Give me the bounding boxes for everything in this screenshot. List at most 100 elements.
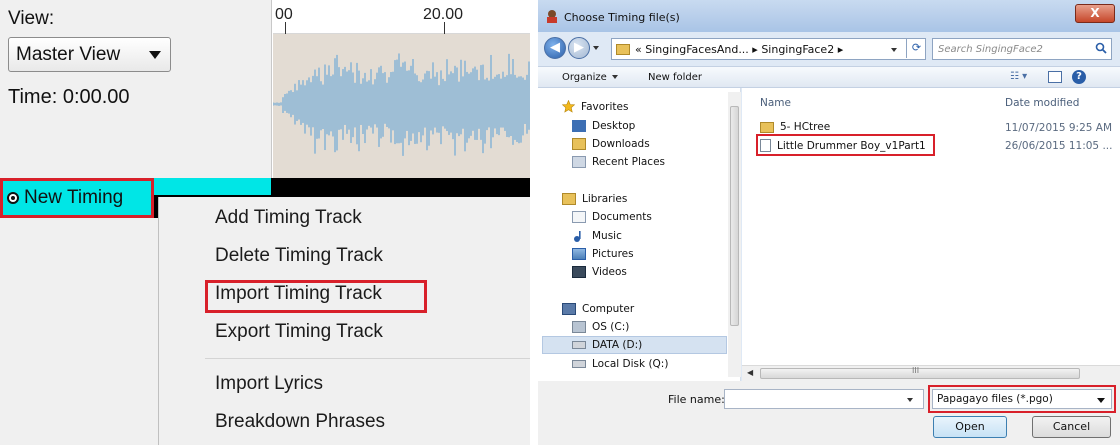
recent-places-icon (572, 156, 586, 168)
highlight-box (756, 134, 935, 156)
menu-item-export-timing-track[interactable]: Export Timing Track (215, 321, 383, 343)
nav-label: DATA (D:) (592, 339, 643, 351)
nav-label: Music (592, 230, 622, 242)
refresh-button[interactable]: ⟳ (906, 38, 926, 58)
file-name: 5- HCtree (780, 121, 831, 133)
close-button[interactable]: X (1075, 4, 1115, 23)
context-menu: Add Timing Track Delete Timing Track Imp… (158, 197, 530, 445)
address-row: ◀ ▶ « SingingFacesAnd... ▸ SingingFace2 … (538, 32, 1120, 66)
chevron-down-icon[interactable] (907, 398, 913, 402)
nav-videos[interactable]: Videos (572, 266, 627, 278)
address-bar[interactable]: « SingingFacesAnd... ▸ SingingFace2 ▸ (611, 38, 926, 60)
videos-icon (572, 266, 586, 278)
nav-label: Local Disk (Q:) (592, 358, 669, 370)
change-view-button[interactable]: ☷ ▾ (1010, 71, 1038, 85)
file-name-input[interactable] (724, 389, 924, 409)
view-dropdown-value: Master View (16, 43, 121, 65)
file-row[interactable]: 5- HCtree (760, 121, 830, 133)
open-button[interactable]: Open (933, 416, 1007, 438)
ruler-tick (285, 22, 286, 34)
organize-button[interactable]: Organize (562, 72, 618, 83)
preview-pane-button[interactable] (1048, 71, 1062, 83)
menu-item-breakdown-phrases[interactable]: Breakdown Phrases (215, 411, 385, 433)
drive-icon (572, 321, 586, 333)
nav-label: Desktop (592, 120, 636, 132)
nav-pictures[interactable]: Pictures (572, 248, 634, 260)
choose-timing-file-dialog: Choose Timing file(s) X ◀ ▶ « SingingFac… (538, 0, 1120, 445)
arrow-right-icon: ▶ (574, 40, 584, 55)
view-controls: View: Master View Time: 0:00.00 (0, 0, 272, 178)
radio-icon (7, 192, 19, 204)
nav-label: Documents (592, 211, 652, 223)
timing-track-label[interactable]: New Timing (0, 178, 154, 218)
navigation-pane: Favorites Desktop Downloads Recent Place… (538, 88, 741, 381)
timing-editor-panel: View: Master View Time: 0:00.00 00 20.00… (0, 0, 530, 445)
nav-computer[interactable]: Computer (562, 303, 634, 315)
pictures-icon (572, 248, 586, 260)
back-button[interactable]: ◀ (544, 37, 566, 59)
nav-downloads[interactable]: Downloads (572, 138, 650, 150)
menu-separator (205, 358, 530, 359)
address-path: « SingingFacesAnd... ▸ SingingFace2 ▸ (635, 42, 844, 56)
cancel-button[interactable]: Cancel (1032, 416, 1111, 438)
scrollbar-thumb[interactable] (760, 368, 1080, 379)
highlight-box (205, 280, 427, 313)
search-input[interactable]: Search SingingFace2 (932, 38, 1112, 60)
menu-item-delete-timing-track[interactable]: Delete Timing Track (215, 245, 383, 267)
nav-label: OS (C:) (592, 321, 630, 333)
organize-label: Organize (562, 72, 607, 83)
app-icon (547, 10, 557, 23)
folder-icon (760, 121, 774, 133)
file-name-label: File name: (668, 393, 725, 406)
nav-favorites[interactable]: Favorites (561, 99, 629, 113)
waveform-view[interactable]: 00 20.00 (273, 0, 530, 178)
column-header-name[interactable]: Name (760, 97, 791, 109)
help-button[interactable]: ? (1072, 70, 1086, 84)
view-label: View: (8, 8, 55, 29)
arrow-left-icon: ◀ (550, 40, 560, 55)
view-dropdown[interactable]: Master View (8, 37, 171, 72)
downloads-icon (572, 138, 586, 150)
scrollbar-thumb[interactable] (730, 106, 739, 326)
nav-documents[interactable]: Documents (572, 211, 652, 223)
nav-drive-c[interactable]: OS (C:) (572, 321, 629, 333)
highlight-box (928, 385, 1116, 413)
nav-music[interactable]: Music (572, 230, 622, 242)
file-list: Name Date modified 5- HCtree 11/07/2015 … (742, 88, 1120, 366)
nav-libraries[interactable]: Libraries (562, 193, 627, 205)
nav-label: Libraries (582, 193, 628, 205)
dialog-titlebar[interactable]: Choose Timing file(s) X (538, 0, 1120, 32)
nav-recent-places[interactable]: Recent Places (572, 156, 665, 168)
nav-scrollbar[interactable] (728, 92, 741, 377)
timing-track-name: New Timing (24, 187, 124, 208)
time-readout: Time: 0:00.00 (8, 86, 130, 108)
ruler-tick (444, 22, 445, 34)
audio-waveform (273, 53, 530, 156)
chevron-down-icon (149, 51, 161, 59)
nav-label: Downloads (592, 138, 650, 150)
computer-icon (562, 303, 576, 315)
menu-item-import-lyrics[interactable]: Import Lyrics (215, 373, 323, 395)
menu-item-add-timing-track[interactable]: Add Timing Track (215, 207, 362, 229)
nav-label: Computer (582, 303, 635, 315)
documents-icon (572, 211, 586, 223)
search-icon (1095, 42, 1107, 54)
desktop-icon (572, 120, 586, 132)
nav-drive-d[interactable]: DATA (D:) (572, 339, 642, 351)
command-bar: Organize New folder ☷ ▾ ? (538, 66, 1120, 88)
nav-drive-q[interactable]: Local Disk (Q:) (572, 358, 668, 370)
chevron-down-icon (611, 75, 618, 79)
column-header-date[interactable]: Date modified (1005, 97, 1079, 109)
nav-desktop[interactable]: Desktop (572, 120, 635, 132)
nav-label: Favorites (581, 100, 629, 113)
scroll-left-icon[interactable]: ◀ (747, 368, 753, 377)
new-folder-button[interactable]: New folder (648, 72, 702, 83)
forward-button[interactable]: ▶ (568, 37, 590, 59)
time-ruler: 00 20.00 (273, 0, 530, 34)
horizontal-scrollbar[interactable]: ◀ III (742, 365, 1120, 381)
track-list-bg (0, 218, 158, 445)
dialog-footer: File name: Papagayo files (*.pgo) Open C… (538, 381, 1120, 445)
dialog-title: Choose Timing file(s) (564, 11, 680, 24)
music-icon (572, 230, 586, 242)
recent-locations-dropdown[interactable] (593, 46, 599, 50)
